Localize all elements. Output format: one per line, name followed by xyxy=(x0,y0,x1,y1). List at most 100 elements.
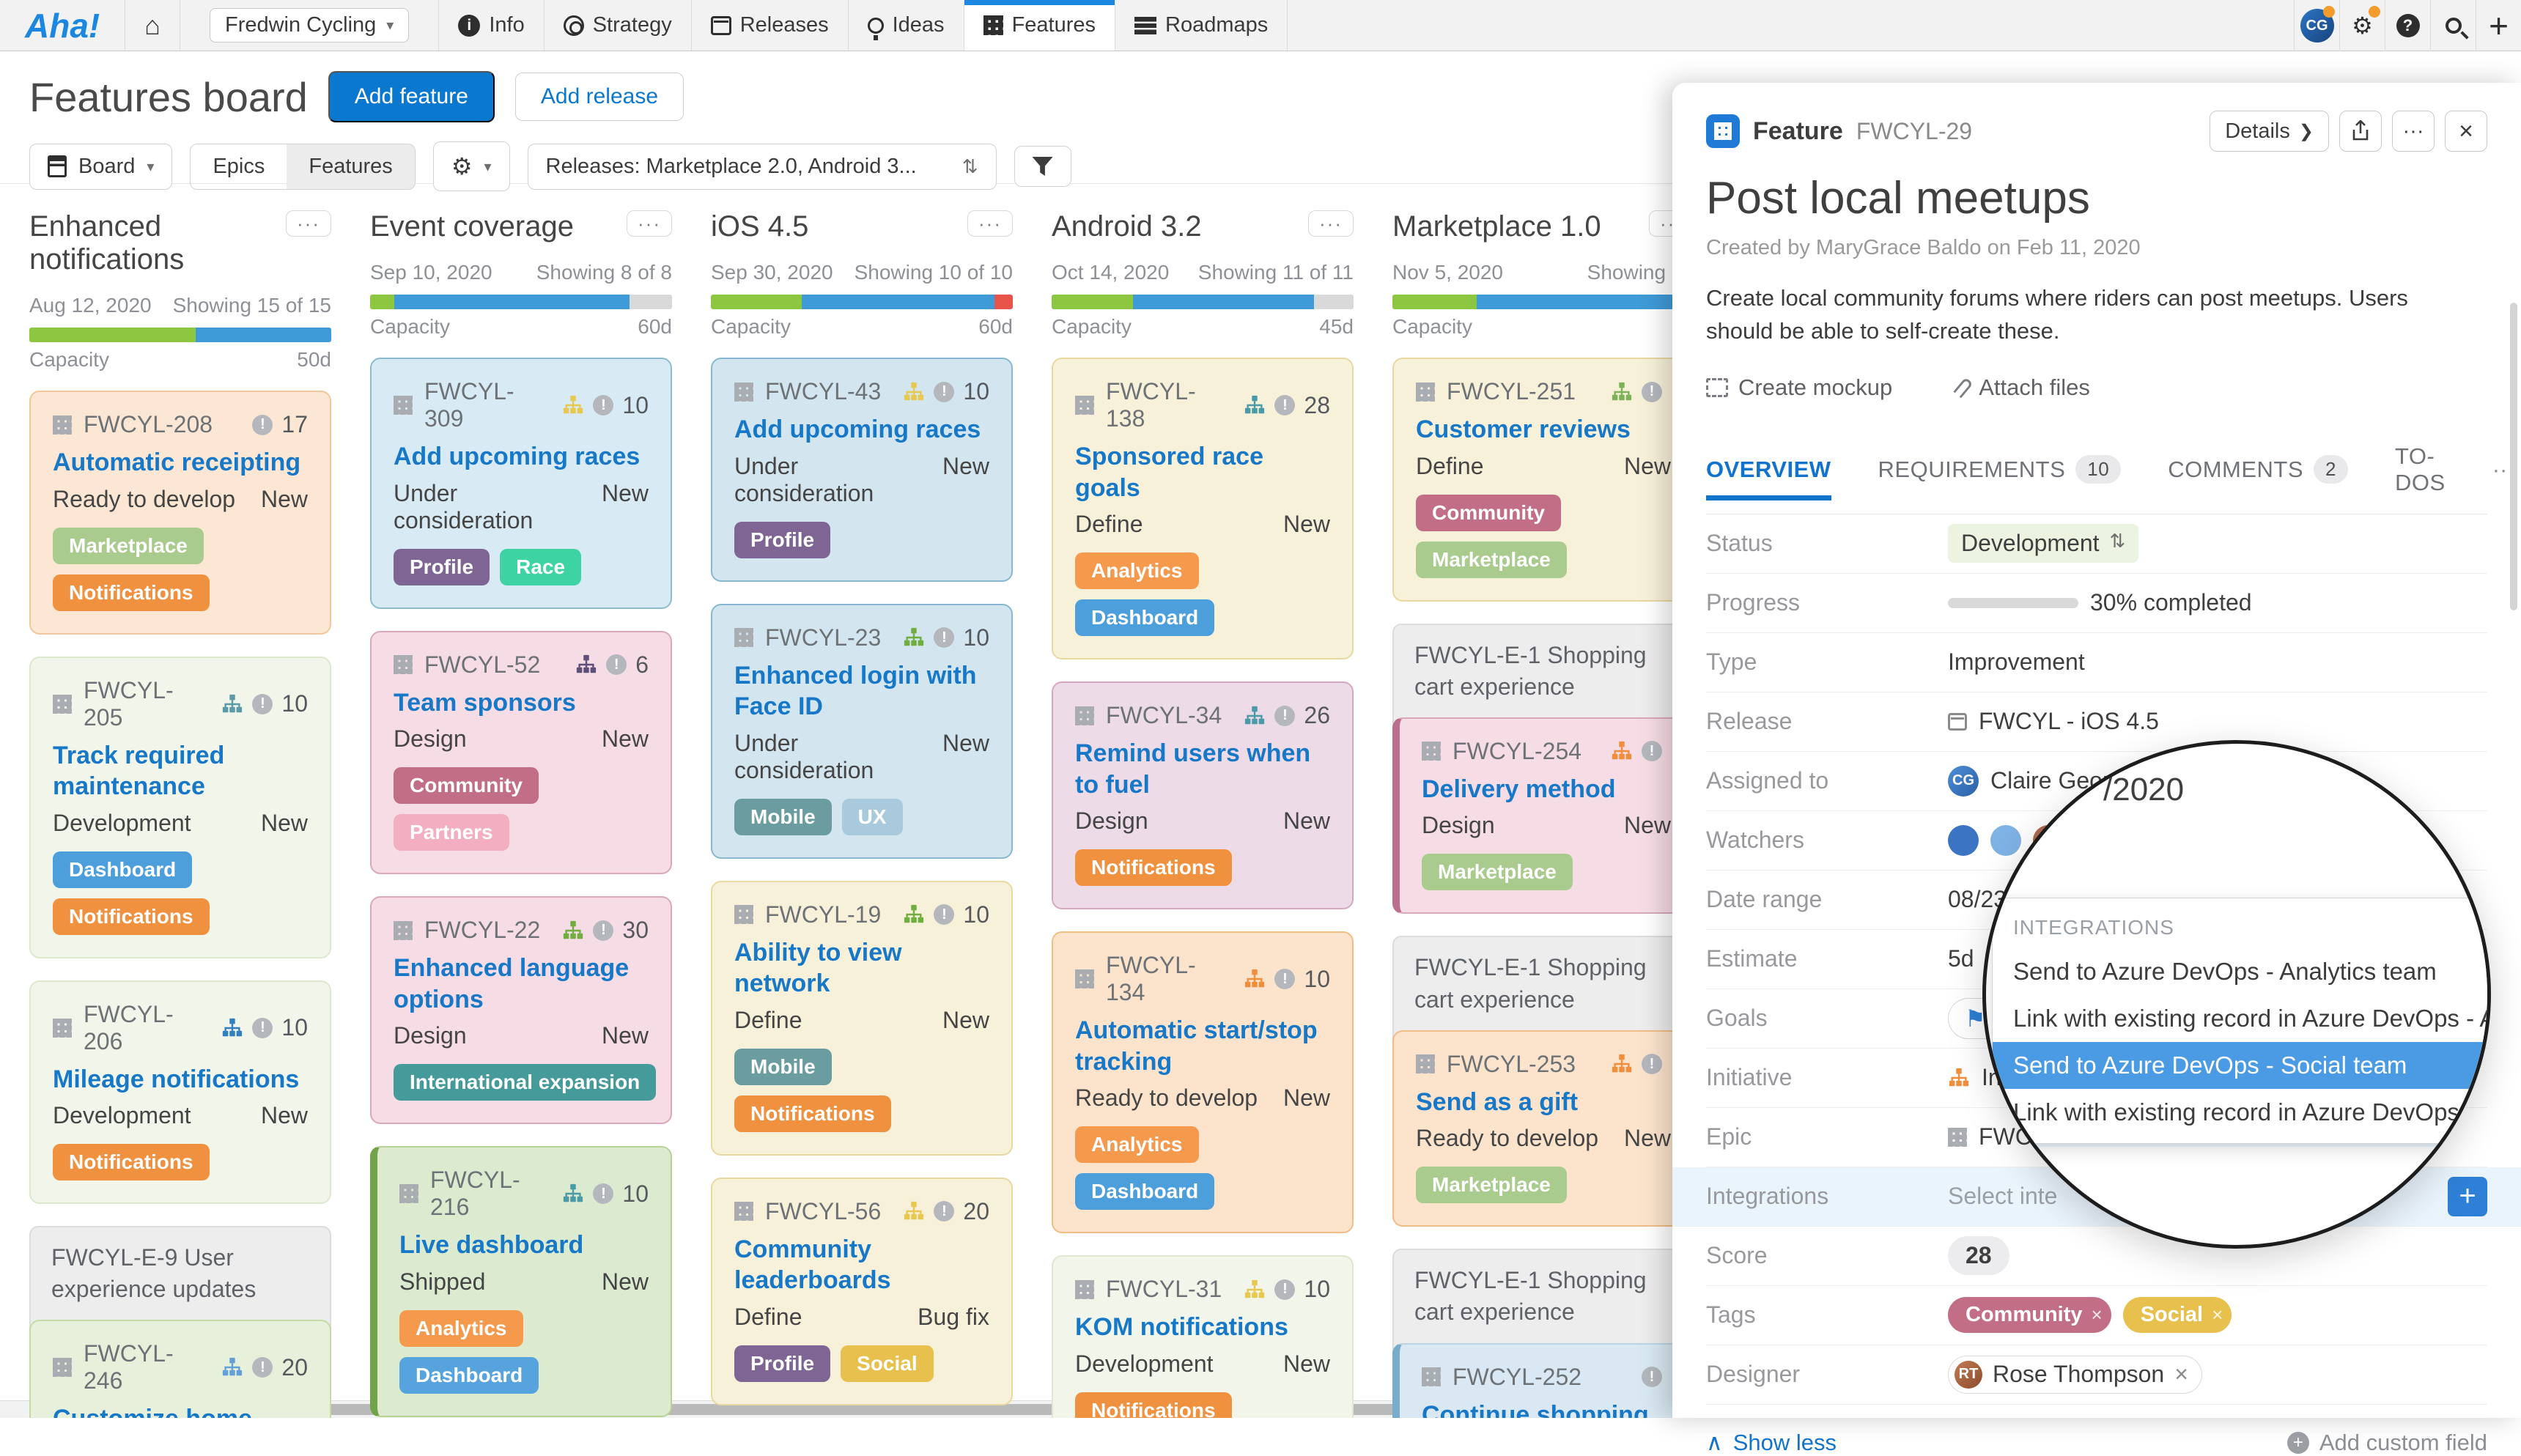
feature-card[interactable]: FWCYL-253!Send as a giftReady to develop… xyxy=(1392,1030,1694,1227)
tab-overview[interactable]: OVERVIEW xyxy=(1706,457,1831,500)
feature-card[interactable]: FWCYL-208!17Automatic receiptingReady to… xyxy=(29,391,331,635)
card-title-link[interactable]: Delivery method xyxy=(1422,774,1671,805)
card-title-link[interactable]: Send as a gift xyxy=(1416,1087,1671,1118)
card-title-link[interactable]: KOM notifications xyxy=(1075,1312,1330,1343)
nav-item-features[interactable]: Features xyxy=(964,0,1115,51)
card-title-link[interactable]: Enhanced login with Face ID xyxy=(734,660,989,723)
tab-comments[interactable]: COMMENTS2 xyxy=(2168,455,2348,501)
tab-to-dos[interactable]: TO-DOS xyxy=(2395,443,2446,514)
releases-filter-select[interactable]: Releases: Marketplace 2.0, Android 3... … xyxy=(528,144,997,190)
feature-card[interactable]: FWCYL-254!Delivery methodDesignNewMarket… xyxy=(1392,717,1694,914)
card-title-link[interactable]: Automatic receipting xyxy=(53,447,308,478)
close-panel-button[interactable]: × xyxy=(2445,111,2487,152)
feature-card[interactable]: FWCYL-43!10Add upcoming racesUnder consi… xyxy=(711,358,1013,582)
column-more-button[interactable]: ··· xyxy=(967,210,1013,237)
nav-item-strategy[interactable]: Strategy xyxy=(545,0,692,51)
card-title-link[interactable]: Continue shopping xyxy=(1422,1400,1671,1418)
remove-tag-icon[interactable]: × xyxy=(2092,1304,2103,1326)
remove-tag-icon[interactable]: × xyxy=(2212,1304,2223,1326)
card-title-link[interactable]: Customer reviews xyxy=(1416,414,1671,446)
aha-logo[interactable]: Aha! xyxy=(0,0,125,51)
feature-card[interactable]: FWCYL-252!Continue shoppingUnder conside… xyxy=(1392,1343,1694,1418)
board-view-dropdown[interactable]: Board ▾ xyxy=(29,144,172,190)
feature-description[interactable]: Create local community forums where ride… xyxy=(1706,282,2424,348)
details-button[interactable]: Details❯ xyxy=(2210,111,2329,152)
card-title-link[interactable]: Add upcoming races xyxy=(394,441,649,473)
card-title-link[interactable]: Community leaderboards xyxy=(734,1234,989,1296)
search-button[interactable] xyxy=(2430,0,2476,51)
release-link[interactable]: FWCYL - iOS 4.5 xyxy=(1979,708,2159,735)
feature-card[interactable]: FWCYL-23!10Enhanced login with Face IDUn… xyxy=(711,604,1013,859)
card-title-link[interactable]: Ability to view network xyxy=(734,937,989,999)
nav-item-roadmaps[interactable]: Roadmaps xyxy=(1115,0,1288,51)
card-title-link[interactable]: Enhanced language options xyxy=(394,953,649,1015)
feature-card[interactable]: FWCYL-138!28Sponsored race goalsDefineNe… xyxy=(1052,358,1354,659)
estimate-text[interactable]: 5d xyxy=(1948,945,1974,972)
integration-option[interactable]: Link with existing record in Azure DevOp… xyxy=(1993,1089,2491,1136)
integration-option[interactable]: Link with existing record in Azure DevOp… xyxy=(1993,995,2491,1042)
toggle-features[interactable]: Features xyxy=(287,144,414,189)
integration-option[interactable]: Send to Azure DevOps - Social team xyxy=(1993,1042,2491,1089)
add-integration-button[interactable]: + xyxy=(2448,1177,2487,1216)
show-less-button[interactable]: ∧Show less xyxy=(1706,1430,1837,1456)
card-title-link[interactable]: Automatic start/stop tracking xyxy=(1075,1015,1330,1077)
avatar[interactable]: CG xyxy=(1948,766,1979,797)
column-more-button[interactable]: ··· xyxy=(286,210,331,237)
card-title-link[interactable]: Mileage notifications xyxy=(53,1064,308,1095)
card-title-link[interactable]: Add upcoming races xyxy=(734,414,989,446)
board-settings-dropdown[interactable]: ⚙ ▾ xyxy=(433,141,510,191)
nav-item-ideas[interactable]: Ideas xyxy=(849,0,964,51)
card-title-link[interactable]: Track required maintenance xyxy=(53,740,308,802)
toggle-epics[interactable]: Epics xyxy=(191,144,287,189)
feature-card[interactable]: FWCYL-22!30Enhanced language optionsDesi… xyxy=(370,896,672,1124)
feature-card[interactable]: FWCYL-56!20Community leaderboardsDefineB… xyxy=(711,1178,1013,1405)
watcher-avatar[interactable] xyxy=(1948,825,1979,856)
user-avatar-button[interactable]: CG xyxy=(2294,0,2339,51)
project-switcher[interactable]: Fredwin Cycling▾ xyxy=(180,0,439,51)
column-more-button[interactable]: ··· xyxy=(1308,210,1354,237)
column-more-button[interactable]: ··· xyxy=(627,210,672,237)
integration-option[interactable]: Send to Azure DevOps - Analytics team xyxy=(1993,948,2491,995)
card-id: FWCYL-31 xyxy=(1106,1276,1222,1303)
add-custom-field-button[interactable]: +Add custom field xyxy=(2287,1430,2487,1456)
remove-designer-icon[interactable]: × xyxy=(2174,1361,2188,1388)
card-title-link[interactable]: Live dashboard xyxy=(399,1230,649,1261)
create-button[interactable]: + xyxy=(2476,0,2521,51)
feature-card[interactable]: FWCYL-34!26Remind users when to fuelDesi… xyxy=(1052,681,1354,909)
feature-card[interactable]: FWCYL-19!10Ability to view networkDefine… xyxy=(711,881,1013,1156)
card-title-link[interactable]: Customize home screen xyxy=(53,1403,308,1418)
feature-card[interactable]: FWCYL-206!10Mileage notificationsDevelop… xyxy=(29,980,331,1205)
integrations-input[interactable]: Select inte xyxy=(1948,1183,2057,1210)
nav-item-info[interactable]: iInfo xyxy=(439,0,544,51)
share-button[interactable] xyxy=(2339,111,2382,152)
attach-files-button[interactable]: Attach files xyxy=(1958,374,2090,401)
feature-card[interactable]: FWCYL-216!10Live dashboardShippedNewAnal… xyxy=(370,1146,672,1417)
add-feature-button[interactable]: Add feature xyxy=(328,71,495,122)
tag-social[interactable]: Social× xyxy=(2123,1297,2232,1333)
more-button[interactable]: ··· xyxy=(2392,111,2435,152)
feature-card[interactable]: FWCYL-309!10Add upcoming racesUnder cons… xyxy=(370,358,672,609)
feature-card[interactable]: FWCYL-31!10KOM notificationsDevelopmentN… xyxy=(1052,1255,1354,1418)
feature-card[interactable]: FWCYL-205!10Track required maintenanceDe… xyxy=(29,657,331,958)
hierarchy-icon xyxy=(562,1183,584,1205)
feature-card[interactable]: FWCYL-251!Customer reviewsDefineNewCommu… xyxy=(1392,358,1694,602)
feature-card[interactable]: FWCYL-246!20Customize home screenReady t… xyxy=(29,1320,331,1418)
watcher-avatar[interactable] xyxy=(1990,825,2021,856)
create-mockup-button[interactable]: Create mockup xyxy=(1706,374,1892,401)
tag-community[interactable]: Community× xyxy=(1948,1297,2111,1333)
nav-item-releases[interactable]: Releases xyxy=(692,0,849,51)
add-release-button[interactable]: Add release xyxy=(515,73,684,121)
card-title-link[interactable]: Team sponsors xyxy=(394,687,649,719)
card-title-link[interactable]: Sponsored race goals xyxy=(1075,441,1330,503)
filter-button[interactable] xyxy=(1014,146,1071,187)
tab-requirements[interactable]: REQUIREMENTS10 xyxy=(1878,455,2122,501)
settings-button[interactable]: ⚙ xyxy=(2339,0,2385,51)
feature-card[interactable]: FWCYL-52!6Team sponsorsDesignNewCommunit… xyxy=(370,631,672,875)
panel-scrollbar[interactable] xyxy=(2510,303,2517,610)
card-title-link[interactable]: Remind users when to fuel xyxy=(1075,738,1330,800)
designer-pill[interactable]: RTRose Thompson× xyxy=(1948,1356,2202,1394)
feature-card[interactable]: FWCYL-134!10Automatic start/stop trackin… xyxy=(1052,931,1354,1233)
help-button[interactable]: ? xyxy=(2385,0,2430,51)
status-dropdown[interactable]: Development⇅ xyxy=(1948,524,2138,563)
home-button[interactable]: ⌂ xyxy=(125,0,180,51)
